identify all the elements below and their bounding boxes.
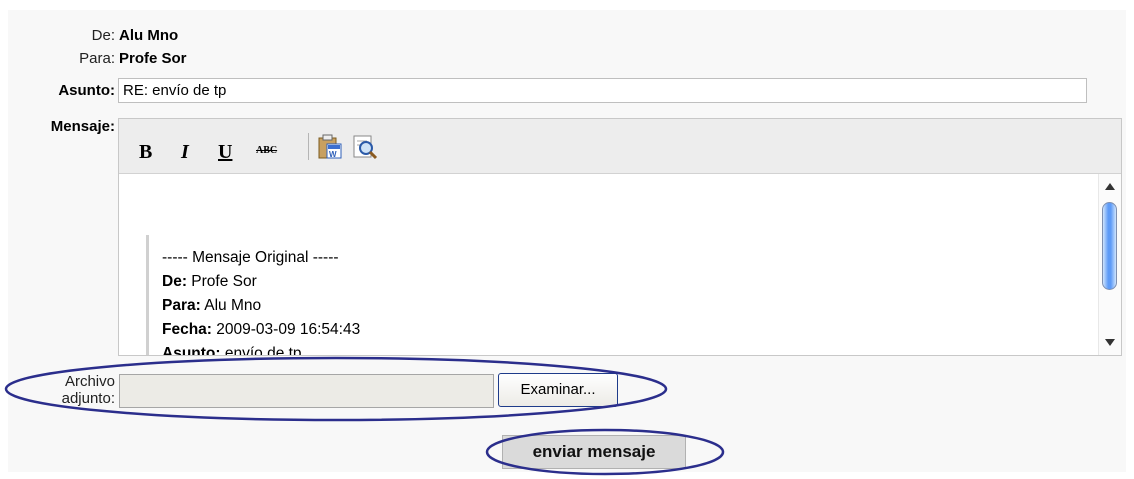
svg-text:W: W — [329, 150, 337, 159]
quoted-to-value: Alu Mno — [204, 297, 262, 314]
quoted-from: De: Profe Sor — [162, 273, 257, 291]
bold-button[interactable]: B — [139, 141, 152, 164]
preview-icon[interactable] — [351, 133, 379, 166]
message-editor: B I U ABC W ----- Mensaje Original -----… — [118, 118, 1122, 356]
strikethrough-button[interactable]: ABC — [256, 145, 277, 156]
to-label: Para: — [79, 50, 115, 67]
attachment-label-line1: Archivo — [64, 373, 115, 390]
subject-label: Asunto: — [58, 82, 115, 99]
quoted-from-value: Profe Sor — [191, 273, 257, 290]
editor-content[interactable]: ----- Mensaje Original ----- De: Profe S… — [119, 174, 1099, 355]
browse-button[interactable]: Examinar... — [498, 373, 618, 407]
attachment-label-line2: adjunto: — [61, 390, 115, 407]
send-message-button[interactable]: enviar mensaje — [502, 435, 686, 469]
to-value: Profe Sor — [119, 50, 187, 67]
quoted-date-value: 2009-03-09 16:54:43 — [216, 321, 361, 338]
scroll-thumb[interactable] — [1102, 202, 1117, 290]
quoted-date: Fecha: 2009-03-09 16:54:43 — [162, 321, 360, 339]
quoted-subject-value: envío de tp — [224, 345, 302, 356]
toolbar-separator — [308, 133, 309, 160]
underline-button[interactable]: U — [218, 141, 232, 164]
quoted-from-label: De: — [162, 273, 187, 290]
original-message-separator: ----- Mensaje Original ----- — [162, 249, 339, 266]
italic-button[interactable]: I — [181, 141, 189, 164]
quoted-subject: Asunto: envío de tp — [162, 345, 302, 356]
paste-from-word-icon[interactable]: W — [316, 133, 344, 166]
message-label: Mensaje: — [50, 118, 115, 135]
scroll-up-icon[interactable] — [1105, 183, 1115, 190]
from-label: De: — [91, 27, 115, 44]
quoted-to-label: Para: — [162, 297, 201, 314]
attachment-label: Archivo adjunto: — [12, 373, 115, 407]
quote-bar — [146, 235, 149, 355]
attachment-file-input[interactable] — [119, 374, 494, 408]
from-value: Alu Mno — [119, 27, 179, 44]
quoted-date-label: Fecha: — [162, 321, 212, 338]
scroll-down-icon[interactable] — [1105, 339, 1115, 346]
subject-input[interactable]: RE: envío de tp — [118, 78, 1087, 103]
quoted-subject-label: Asunto: — [162, 345, 221, 356]
editor-toolbar: B I U ABC W — [119, 119, 1121, 174]
quoted-to: Para: Alu Mno — [162, 297, 261, 315]
editor-scrollbar[interactable] — [1098, 174, 1121, 355]
